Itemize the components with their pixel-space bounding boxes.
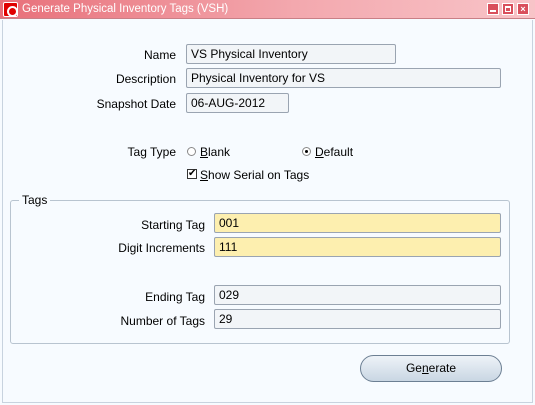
generate-label-pre: Ge: [405, 361, 422, 375]
generate-button[interactable]: Generate: [360, 355, 502, 382]
default-label-mnemonic: D: [315, 145, 324, 159]
ending-tag-label: Ending Tag: [145, 290, 205, 304]
number-of-tags-label: Number of Tags: [120, 314, 206, 328]
tag-type-label: Tag Type: [127, 145, 176, 159]
number-of-tags-field[interactable]: 29: [214, 309, 501, 329]
snapshot-date-label: Snapshot Date: [96, 97, 176, 111]
blank-label-mnemonic: B: [200, 145, 209, 159]
snapshot-date-field[interactable]: 06-AUG-2012: [186, 93, 289, 113]
oracle-app-icon: [3, 2, 18, 17]
digit-increments-label: Digit Increments: [118, 241, 205, 255]
ending-tag-field[interactable]: 029: [214, 285, 501, 305]
show-serial-rest: how Serial on Tags: [208, 168, 310, 182]
tag-type-blank-radio[interactable]: [187, 147, 196, 156]
close-icon[interactable]: ×: [517, 3, 529, 15]
generate-label-mnemonic: n: [421, 361, 429, 375]
minimize-icon[interactable]: [487, 3, 499, 15]
window-title: Generate Physical Inventory Tags (VSH): [22, 3, 229, 15]
tag-type-default-label[interactable]: Default: [315, 145, 353, 159]
show-serial-label[interactable]: Show Serial on Tags: [200, 168, 309, 182]
tag-type-default-radio[interactable]: [302, 147, 311, 156]
default-label-rest: efault: [323, 145, 354, 159]
starting-tag-field[interactable]: 001: [214, 213, 501, 233]
window-titlebar: Generate Physical Inventory Tags (VSH) ×: [0, 0, 535, 19]
blank-label-rest: lank: [208, 145, 231, 159]
tag-type-blank-label[interactable]: Blank: [200, 145, 230, 159]
description-field[interactable]: Physical Inventory for VS: [186, 68, 501, 88]
show-serial-checkbox[interactable]: ✔: [187, 169, 197, 179]
show-serial-mnemonic: S: [200, 168, 209, 182]
maximize-icon[interactable]: [502, 3, 514, 15]
starting-tag-label: Starting Tag: [141, 218, 205, 232]
name-field[interactable]: VS Physical Inventory: [186, 44, 396, 64]
description-label: Description: [115, 72, 176, 86]
generate-label-post: erate: [428, 361, 457, 375]
tags-group-title: Tags: [19, 193, 51, 207]
digit-increments-field[interactable]: 111: [214, 237, 501, 257]
name-label: Name: [143, 48, 176, 62]
